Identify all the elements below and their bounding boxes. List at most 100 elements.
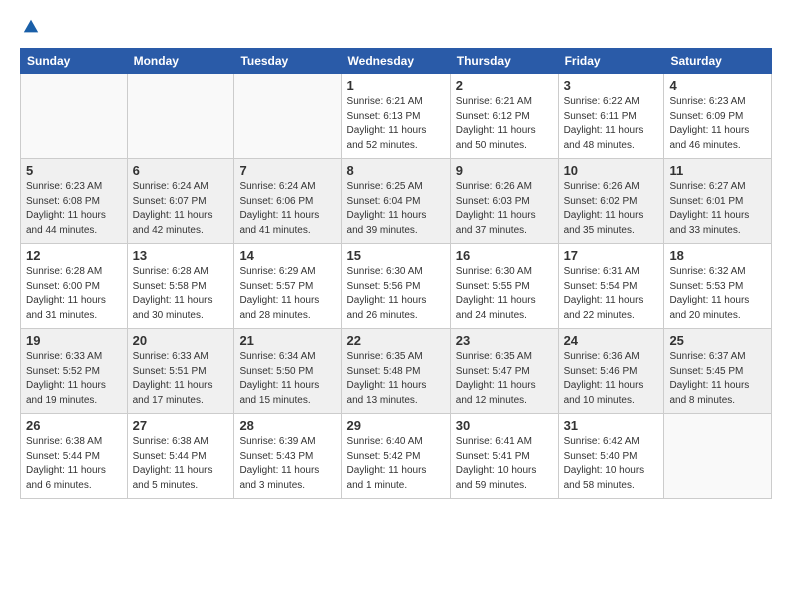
day-cell: 20 Sunrise: 6:33 AMSunset: 5:51 PMDayligh… [127,329,234,414]
day-cell: 5Sunrise: 6:23 AMSunset: 6:08 PMDaylight… [21,159,128,244]
day-number: 25 [669,333,766,348]
day-number: 20 [133,333,229,348]
day-cell: 31 Sunrise: 6:42 AMSunset: 5:40 PMDayligh… [558,414,664,499]
col-header-saturday: Saturday [664,49,772,74]
day-number: 27 [133,418,229,433]
day-cell: 1 Sunrise: 6:21 AMSunset: 6:13 PMDaylight… [341,74,450,159]
day-info: Sunrise: 6:27 AMSunset: 6:01 PMDaylight:… [669,180,766,238]
day-number: 1 [347,78,445,93]
day-cell: 21Sunrise: 6:34 AMSunset: 5:50 PMDayligh… [234,329,341,414]
day-info: Sunrise: 6:38 AMSunset: 5:44 PMDaylight:… [133,435,229,493]
day-info: Sunrise: 6:23 AMSunset: 6:08 PMDaylight:… [26,180,122,238]
day-info: Sunrise: 6:30 AMSunset: 5:56 PMDaylight:… [347,265,445,323]
day-cell: 6 Sunrise: 6:24 AMSunset: 6:07 PMDaylight… [127,159,234,244]
day-cell: 12Sunrise: 6:28 AMSunset: 6:00 PMDayligh… [21,244,128,329]
day-cell: 22Sunrise: 6:35 AMSunset: 5:48 PMDayligh… [341,329,450,414]
col-header-tuesday: Tuesday [234,49,341,74]
day-cell: 24 Sunrise: 6:36 AMSunset: 5:46 PMDayligh… [558,329,664,414]
day-number: 16 [456,248,553,263]
day-number: 6 [133,163,229,178]
day-number: 4 [669,78,766,93]
day-cell: 2 Sunrise: 6:21 AMSunset: 6:12 PMDaylight… [450,74,558,159]
day-cell [127,74,234,159]
day-info: Sunrise: 6:28 AMSunset: 5:58 PMDaylight:… [133,265,229,323]
calendar-header-row: SundayMondayTuesdayWednesdayThursdayFrid… [21,49,772,74]
day-info: Sunrise: 6:39 AMSunset: 5:43 PMDaylight:… [239,435,335,493]
day-info: Sunrise: 6:41 AMSunset: 5:41 PMDaylight:… [456,435,553,493]
day-info: Sunrise: 6:37 AMSunset: 5:45 PMDaylight:… [669,350,766,408]
day-number: 31 [564,418,659,433]
day-number: 18 [669,248,766,263]
day-number: 26 [26,418,122,433]
day-cell: 11 Sunrise: 6:27 AMSunset: 6:01 PMDayligh… [664,159,772,244]
week-row-2: 5Sunrise: 6:23 AMSunset: 6:08 PMDaylight… [21,159,772,244]
day-info: Sunrise: 6:26 AMSunset: 6:03 PMDaylight:… [456,180,553,238]
day-number: 13 [133,248,229,263]
col-header-monday: Monday [127,49,234,74]
day-info: Sunrise: 6:33 AMSunset: 5:52 PMDaylight:… [26,350,122,408]
col-header-thursday: Thursday [450,49,558,74]
day-info: Sunrise: 6:32 AMSunset: 5:53 PMDaylight:… [669,265,766,323]
day-number: 10 [564,163,659,178]
day-number: 8 [347,163,445,178]
logo [20,18,40,36]
day-cell: 23 Sunrise: 6:35 AMSunset: 5:47 PMDayligh… [450,329,558,414]
day-number: 17 [564,248,659,263]
day-info: Sunrise: 6:24 AMSunset: 6:06 PMDaylight:… [239,180,335,238]
day-number: 21 [239,333,335,348]
day-number: 28 [239,418,335,433]
col-header-wednesday: Wednesday [341,49,450,74]
day-cell: 7Sunrise: 6:24 AMSunset: 6:06 PMDaylight… [234,159,341,244]
day-cell: 19 Sunrise: 6:33 AMSunset: 5:52 PMDayligh… [21,329,128,414]
day-number: 11 [669,163,766,178]
day-info: Sunrise: 6:33 AMSunset: 5:51 PMDaylight:… [133,350,229,408]
calendar-table: SundayMondayTuesdayWednesdayThursdayFrid… [20,48,772,499]
day-info: Sunrise: 6:29 AMSunset: 5:57 PMDaylight:… [239,265,335,323]
day-cell: 14 Sunrise: 6:29 AMSunset: 5:57 PMDayligh… [234,244,341,329]
week-row-5: 26 Sunrise: 6:38 AMSunset: 5:44 PMDayligh… [21,414,772,499]
day-info: Sunrise: 6:36 AMSunset: 5:46 PMDaylight:… [564,350,659,408]
day-number: 2 [456,78,553,93]
day-number: 22 [347,333,445,348]
day-cell [21,74,128,159]
day-cell: 15 Sunrise: 6:30 AMSunset: 5:56 PMDayligh… [341,244,450,329]
logo-icon [22,18,40,36]
day-number: 9 [456,163,553,178]
day-number: 3 [564,78,659,93]
day-number: 29 [347,418,445,433]
day-info: Sunrise: 6:35 AMSunset: 5:47 PMDaylight:… [456,350,553,408]
day-cell: 3 Sunrise: 6:22 AMSunset: 6:11 PMDaylight… [558,74,664,159]
day-cell: 18 Sunrise: 6:32 AMSunset: 5:53 PMDayligh… [664,244,772,329]
day-info: Sunrise: 6:21 AMSunset: 6:13 PMDaylight:… [347,95,445,153]
day-info: Sunrise: 6:40 AMSunset: 5:42 PMDaylight:… [347,435,445,493]
day-number: 14 [239,248,335,263]
day-info: Sunrise: 6:26 AMSunset: 6:02 PMDaylight:… [564,180,659,238]
day-cell: 10 Sunrise: 6:26 AMSunset: 6:02 PMDayligh… [558,159,664,244]
day-cell: 27 Sunrise: 6:38 AMSunset: 5:44 PMDayligh… [127,414,234,499]
day-cell: 17 Sunrise: 6:31 AMSunset: 5:54 PMDayligh… [558,244,664,329]
week-row-1: 1 Sunrise: 6:21 AMSunset: 6:13 PMDaylight… [21,74,772,159]
col-header-friday: Friday [558,49,664,74]
day-number: 19 [26,333,122,348]
day-info: Sunrise: 6:25 AMSunset: 6:04 PMDaylight:… [347,180,445,238]
day-cell: 30Sunrise: 6:41 AMSunset: 5:41 PMDayligh… [450,414,558,499]
day-info: Sunrise: 6:22 AMSunset: 6:11 PMDaylight:… [564,95,659,153]
day-cell: 28 Sunrise: 6:39 AMSunset: 5:43 PMDayligh… [234,414,341,499]
day-cell: 8 Sunrise: 6:25 AMSunset: 6:04 PMDaylight… [341,159,450,244]
day-info: Sunrise: 6:21 AMSunset: 6:12 PMDaylight:… [456,95,553,153]
day-info: Sunrise: 6:31 AMSunset: 5:54 PMDaylight:… [564,265,659,323]
day-cell: 25 Sunrise: 6:37 AMSunset: 5:45 PMDayligh… [664,329,772,414]
day-number: 24 [564,333,659,348]
day-number: 23 [456,333,553,348]
page-container: SundayMondayTuesdayWednesdayThursdayFrid… [0,0,792,509]
day-info: Sunrise: 6:30 AMSunset: 5:55 PMDaylight:… [456,265,553,323]
header [20,18,772,36]
day-info: Sunrise: 6:24 AMSunset: 6:07 PMDaylight:… [133,180,229,238]
day-number: 15 [347,248,445,263]
day-info: Sunrise: 6:42 AMSunset: 5:40 PMDaylight:… [564,435,659,493]
day-cell: 16 Sunrise: 6:30 AMSunset: 5:55 PMDayligh… [450,244,558,329]
day-info: Sunrise: 6:28 AMSunset: 6:00 PMDaylight:… [26,265,122,323]
day-cell: 4Sunrise: 6:23 AMSunset: 6:09 PMDaylight… [664,74,772,159]
day-cell: 9 Sunrise: 6:26 AMSunset: 6:03 PMDaylight… [450,159,558,244]
day-cell [234,74,341,159]
